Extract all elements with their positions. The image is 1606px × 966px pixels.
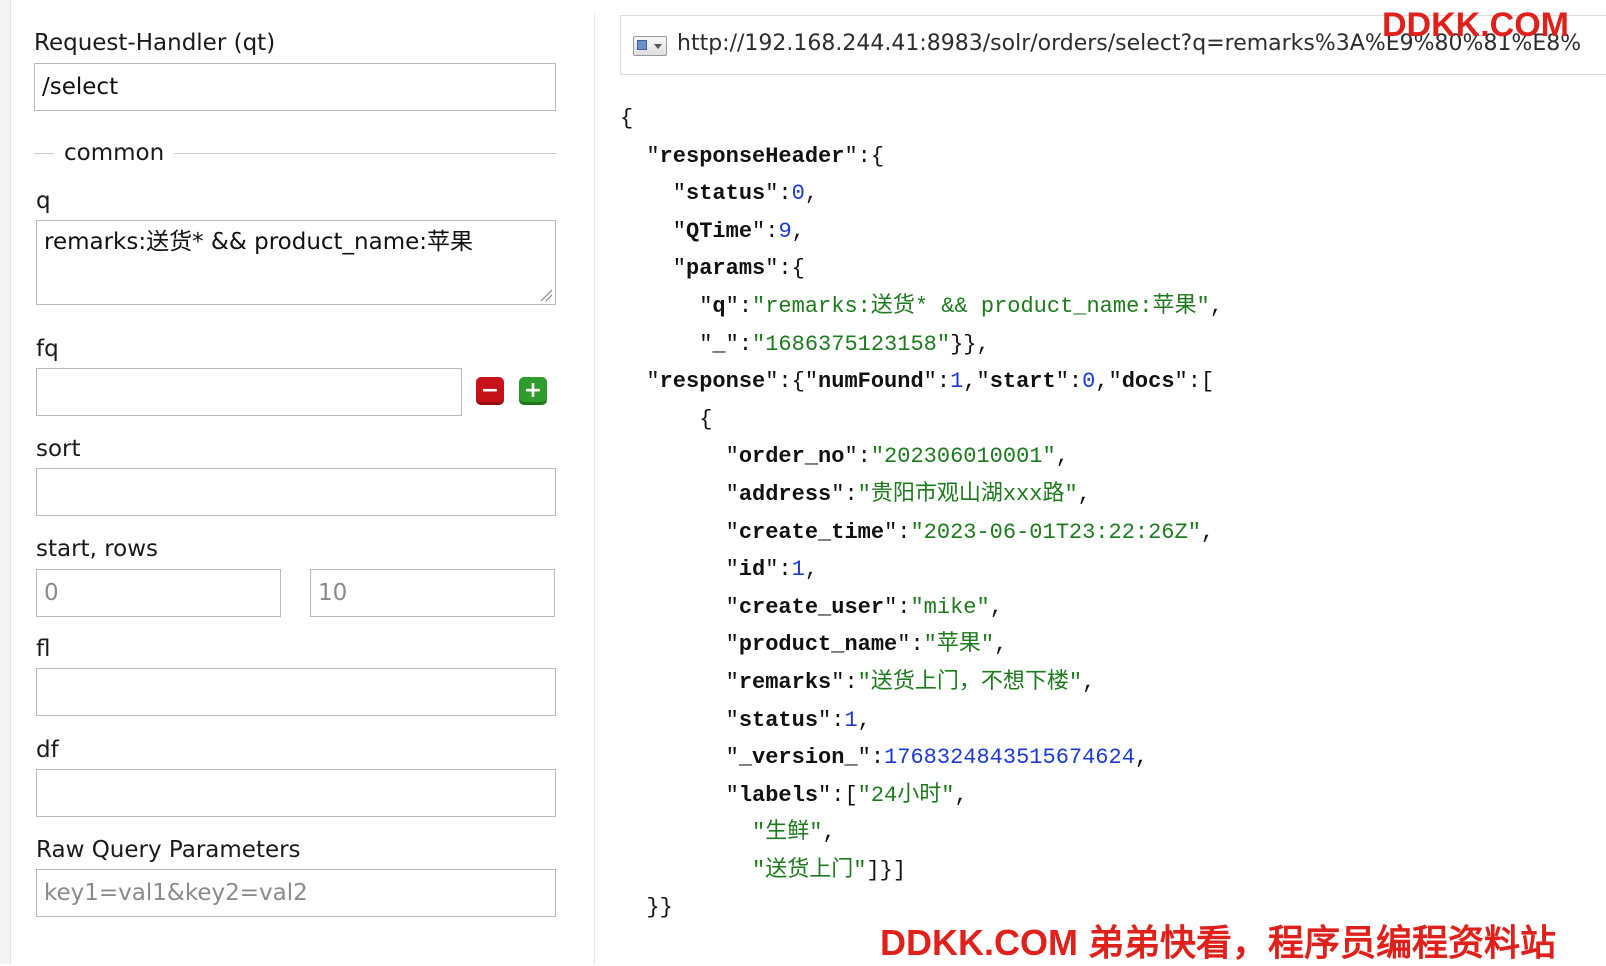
start-input[interactable]: 0	[36, 569, 281, 617]
fq-label: fq	[36, 336, 59, 362]
doc-label-1: "24小时"	[857, 782, 955, 808]
panel-divider	[594, 14, 595, 964]
q-label: q	[36, 188, 51, 214]
raw-params-label: Raw Query Parameters	[36, 837, 301, 863]
df-input[interactable]	[36, 769, 556, 817]
start-value: 0	[1082, 369, 1096, 395]
doc-order-no: "202306010001"	[870, 444, 1056, 470]
q-textarea[interactable]: remarks:送货* && product_name:苹果	[36, 220, 556, 305]
sort-label: sort	[36, 436, 81, 462]
resize-grip-icon[interactable]	[539, 288, 553, 302]
json-response: { "responseHeader":{ "status":0, "QTime"…	[620, 106, 1223, 921]
handler-input[interactable]: /select	[34, 63, 556, 111]
fq-remove-button[interactable]: −	[476, 377, 504, 405]
df-label: df	[36, 737, 59, 763]
raw-params-input[interactable]: key1=val1&key2=val2	[36, 869, 556, 917]
doc-id: 1	[791, 557, 805, 583]
section-label-common: common	[64, 140, 165, 166]
section-divider-left	[34, 153, 54, 154]
num-found-value: 1	[950, 369, 964, 395]
param-q-value: "remarks:送货* && product_name:苹果"	[752, 293, 1210, 319]
param-underscore-value: "1686375123158"	[752, 331, 951, 357]
doc-status: 1	[844, 707, 858, 733]
doc-label-2: "生鲜"	[752, 820, 823, 846]
watermark-top: DDKK.COM	[1382, 6, 1569, 44]
doc-product-name: "苹果"	[923, 632, 995, 658]
url-format-icon[interactable]	[633, 36, 667, 56]
query-form: Request-Handler (qt) /select common q re…	[10, 0, 585, 964]
doc-create-user: "mike"	[910, 594, 990, 620]
doc-label-3: "送货上门"	[752, 857, 867, 883]
section-divider-right	[174, 153, 556, 154]
doc-create-time: "2023-06-01T23:22:26Z"	[910, 519, 1201, 545]
fq-input[interactable]	[36, 368, 462, 416]
start-rows-label: start, rows	[36, 536, 159, 562]
response-qtime-value: 9	[778, 218, 792, 244]
fl-label: fl	[36, 636, 51, 662]
watermark-bottom: DDKK.COM 弟弟快看，程序员编程资料站	[880, 922, 1556, 963]
doc-address: "贵阳市观山湖xxx路"	[857, 481, 1078, 507]
fq-add-button[interactable]: +	[519, 377, 547, 405]
doc-version: 1768324843515674624	[884, 745, 1135, 771]
handler-label: Request-Handler (qt)	[34, 30, 276, 56]
sort-input[interactable]	[36, 468, 556, 516]
q-textarea-value: remarks:送货* && product_name:苹果	[44, 229, 474, 255]
rows-input[interactable]: 10	[310, 569, 555, 617]
fl-input[interactable]	[36, 668, 556, 716]
response-status-value: 0	[791, 181, 805, 207]
doc-remarks: "送货上门，不想下楼"	[857, 669, 1083, 695]
